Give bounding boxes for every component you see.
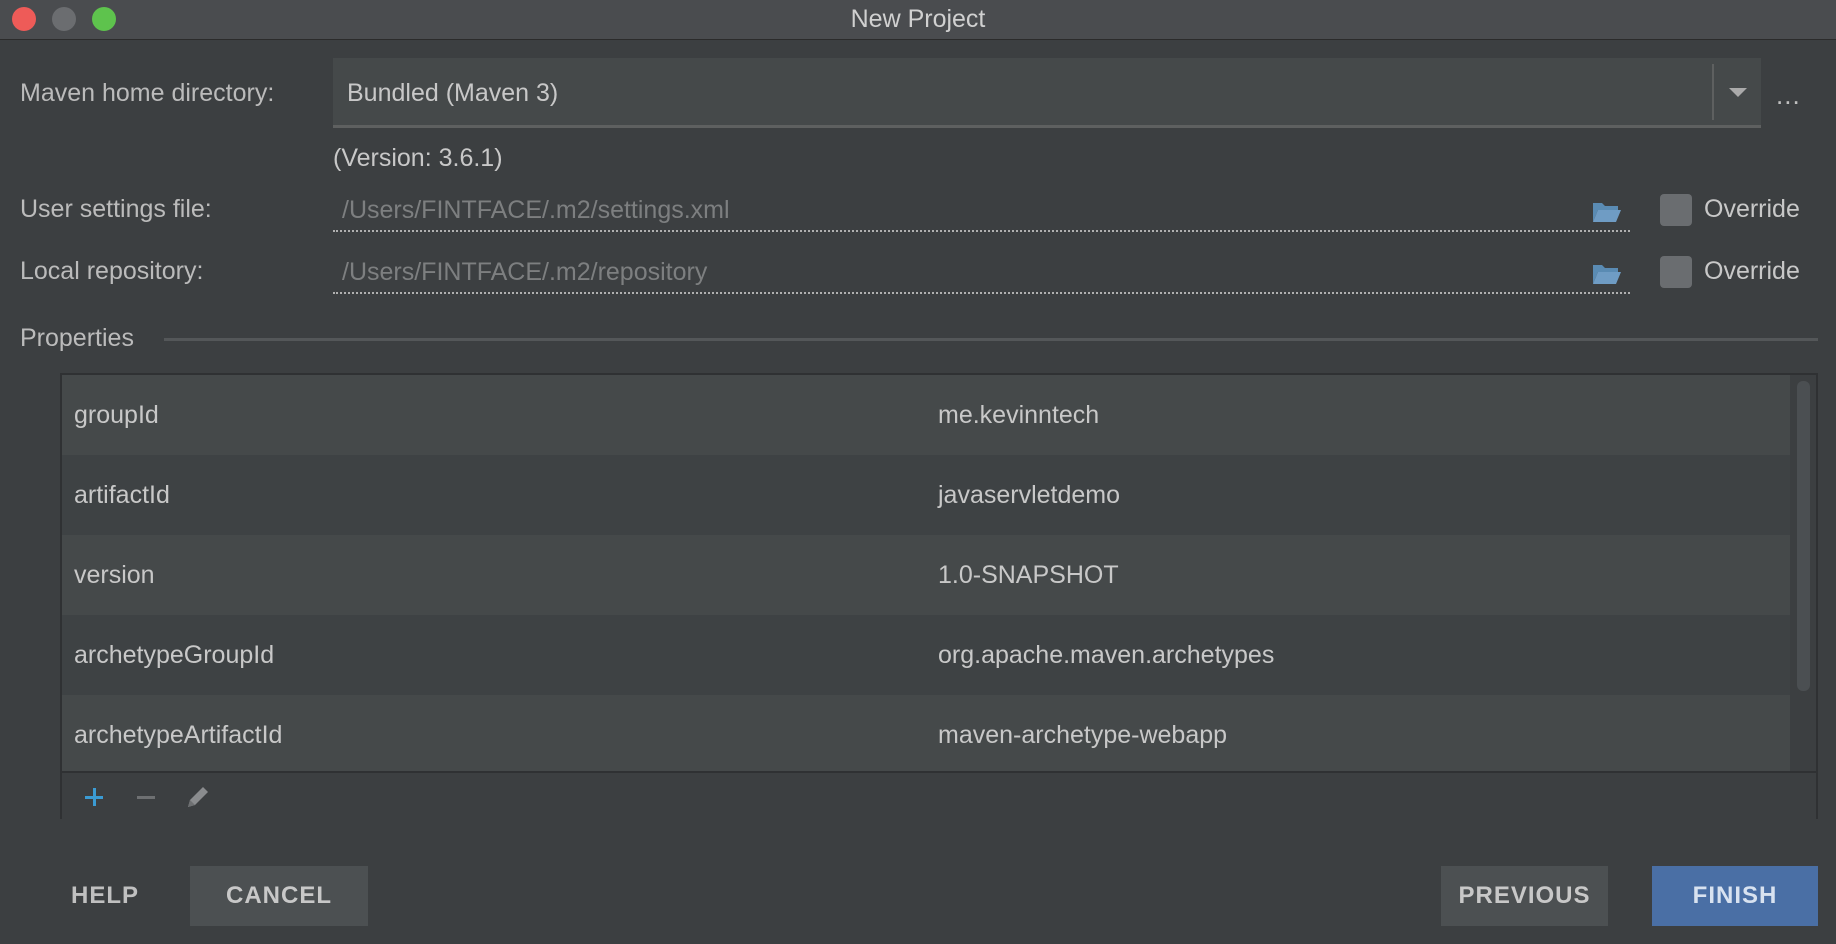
edit-pencil-icon[interactable] <box>180 779 216 815</box>
property-key: groupId <box>74 401 159 429</box>
local-repository-label: Local repository: <box>20 257 204 285</box>
table-row[interactable]: archetypeArtifactId maven-archetype-weba… <box>62 695 1790 775</box>
dropdown-separator <box>1712 64 1714 120</box>
user-settings-field[interactable]: /Users/FINTFACE/.m2/settings.xml <box>333 194 1630 232</box>
maven-home-dropdown[interactable]: Bundled (Maven 3) <box>333 58 1761 128</box>
table-row[interactable]: version 1.0-SNAPSHOT <box>62 535 1790 615</box>
property-key: archetypeArtifactId <box>74 721 283 749</box>
property-value: 1.0-SNAPSHOT <box>938 561 1119 589</box>
chevron-down-icon[interactable] <box>1715 58 1761 125</box>
property-value: maven-archetype-webapp <box>938 721 1228 749</box>
properties-divider <box>164 338 1818 341</box>
properties-table: groupId me.kevinntech artifactId javaser… <box>60 373 1818 819</box>
properties-toolbar <box>62 771 1816 819</box>
properties-title: Properties <box>20 324 134 352</box>
local-repository-override-label[interactable]: Override <box>1704 257 1800 286</box>
local-repository-path: /Users/FINTFACE/.m2/repository <box>342 258 708 286</box>
user-settings-override-checkbox[interactable] <box>1660 194 1692 226</box>
maven-home-label: Maven home directory: <box>20 79 275 107</box>
table-row[interactable]: artifactId javaservletdemo <box>62 455 1790 535</box>
property-key: artifactId <box>74 481 170 509</box>
local-repository-field[interactable]: /Users/FINTFACE/.m2/repository <box>333 256 1630 294</box>
maven-home-value: Bundled (Maven 3) <box>347 79 559 107</box>
title-bar: New Project <box>0 0 1836 40</box>
folder-icon[interactable] <box>1592 262 1622 286</box>
maven-version-text: (Version: 3.6.1) <box>333 144 503 172</box>
property-value: org.apache.maven.archetypes <box>938 641 1275 669</box>
property-key: archetypeGroupId <box>74 641 275 669</box>
user-settings-label: User settings file: <box>20 195 212 223</box>
user-settings-path: /Users/FINTFACE/.m2/settings.xml <box>342 196 730 224</box>
cancel-button[interactable]: CANCEL <box>190 866 368 926</box>
table-scrollbar[interactable] <box>1797 381 1810 691</box>
window-title: New Project <box>850 5 986 33</box>
local-repository-override-checkbox[interactable] <box>1660 256 1692 288</box>
remove-icon[interactable] <box>128 779 164 815</box>
add-icon[interactable] <box>76 779 112 815</box>
property-value: javaservletdemo <box>938 481 1121 509</box>
table-row[interactable]: groupId me.kevinntech <box>62 375 1790 455</box>
browse-maven-home-button[interactable]: ... <box>1776 82 1801 108</box>
finish-button[interactable]: FINISH <box>1652 866 1818 926</box>
help-button[interactable]: HELP <box>50 866 160 926</box>
user-settings-override-label[interactable]: Override <box>1704 195 1800 224</box>
folder-icon[interactable] <box>1592 200 1622 224</box>
property-value: me.kevinntech <box>938 401 1100 429</box>
table-row[interactable]: archetypeGroupId org.apache.maven.archet… <box>62 615 1790 695</box>
property-key: version <box>74 561 155 589</box>
previous-button[interactable]: PREVIOUS <box>1441 866 1608 926</box>
